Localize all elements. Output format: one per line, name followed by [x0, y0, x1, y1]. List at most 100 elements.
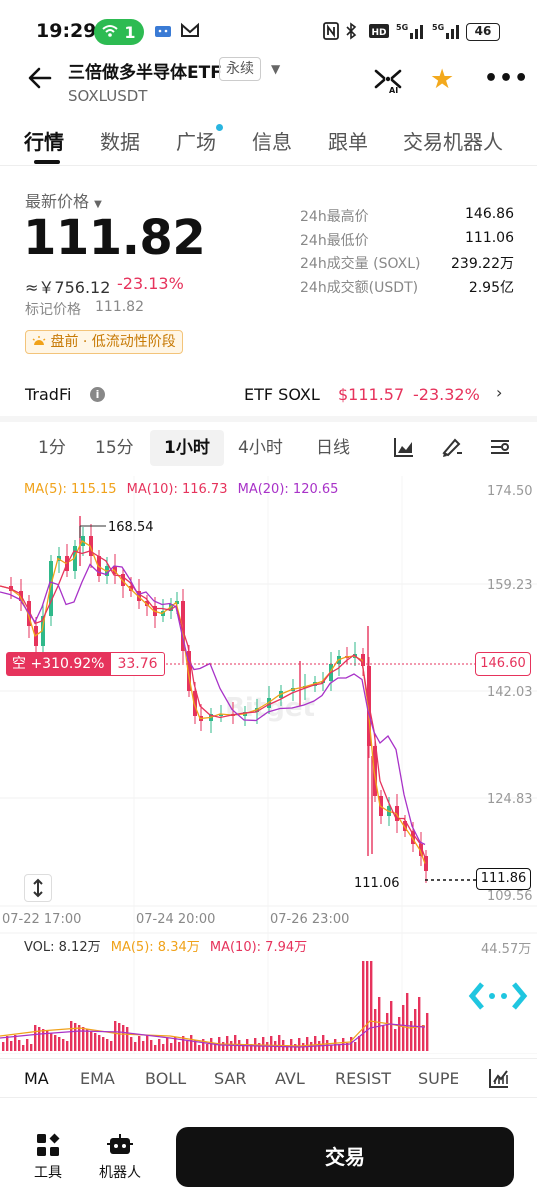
volume-bar — [110, 1041, 113, 1051]
robot-button[interactable]: 机器人 — [90, 1132, 150, 1182]
expand-vertical-icon — [33, 878, 43, 898]
trade-button[interactable]: 交易 — [176, 1127, 514, 1187]
tab-info[interactable]: 信息 — [252, 126, 292, 155]
active-tab-indicator — [34, 160, 60, 164]
tab-data[interactable]: 数据 — [100, 126, 140, 155]
tab-square[interactable]: 广场 — [176, 126, 216, 155]
volume-bar — [414, 1009, 417, 1051]
volume-bar — [278, 1035, 281, 1051]
ma-legend: MA(5): 115.15 MA(10): 116.73 MA(20): 120… — [24, 482, 344, 497]
bitget-bot-icon[interactable] — [468, 980, 528, 1012]
time-axis-label: 07-24 20:00 — [136, 912, 216, 927]
volume-bar — [118, 1023, 121, 1051]
chart-settings-icon[interactable] — [489, 436, 511, 458]
volume-bar — [134, 1042, 137, 1051]
volume-bar — [394, 1029, 397, 1051]
volume-bar — [362, 961, 365, 1051]
y-axis-tick: 159.23 — [487, 578, 533, 593]
back-arrow-icon[interactable] — [26, 64, 54, 92]
volume-bar — [418, 997, 421, 1051]
info-icon[interactable]: i — [90, 387, 105, 402]
interval-1d[interactable]: 日线 — [302, 430, 364, 466]
volume-bar — [42, 1029, 45, 1051]
high-price-marker: 168.54 — [108, 520, 154, 535]
volume-bar — [186, 1041, 189, 1051]
robot-icon — [107, 1132, 133, 1158]
price-type-selector[interactable]: 最新价格 ▼ — [25, 188, 102, 212]
volume-bar — [18, 1040, 21, 1051]
tools-button[interactable]: 工具 — [18, 1132, 78, 1182]
chevron-right-icon[interactable]: › — [496, 383, 502, 402]
tools-icon — [35, 1132, 61, 1158]
volume-bar — [2, 1042, 5, 1051]
volume-bar — [222, 1042, 225, 1051]
svg-text:5G: 5G — [396, 23, 408, 32]
volume-bar — [258, 1043, 261, 1051]
indicator-ema[interactable]: EMA — [80, 1069, 115, 1088]
indicator-super[interactable]: SUPE — [418, 1069, 458, 1088]
chart-type-icon[interactable] — [393, 436, 415, 458]
volume-bar — [90, 1031, 93, 1051]
symbol-title[interactable]: 三倍做多半导体ETF — [68, 58, 222, 83]
stat-row: 24h最低价 111.06 — [300, 230, 514, 254]
time-axis-label: 07-26 23:00 — [270, 912, 350, 927]
volume-bar — [210, 1038, 213, 1051]
drawing-tool-icon[interactable] — [441, 436, 463, 458]
symbol-dropdown-icon[interactable]: ▼ — [271, 62, 280, 76]
volume-bar — [198, 1045, 201, 1051]
volume-bar — [142, 1041, 145, 1051]
premarket-stage-badge: 盘前 · 低流动性阶段 — [25, 330, 183, 354]
volume-bar — [422, 1025, 425, 1051]
volume-bar — [54, 1035, 57, 1051]
indicator-ma[interactable]: MA — [24, 1069, 49, 1088]
stat-value: 2.95亿 — [468, 279, 514, 296]
indicator-resist[interactable]: RESIST — [335, 1069, 391, 1088]
more-options-icon[interactable]: ••• — [484, 66, 529, 91]
section-divider — [0, 416, 537, 422]
stat-value: 111.06 — [465, 229, 514, 246]
candlestick-chart[interactable]: Bitget — [0, 476, 537, 1054]
indicator-boll[interactable]: BOLL — [145, 1069, 186, 1088]
position-tag[interactable]: 空 +310.92% 33.76 — [6, 652, 165, 676]
perpetual-badge: 永续 — [219, 57, 261, 81]
volume-bar — [10, 1041, 13, 1051]
y-axis-tick: 109.56 — [487, 889, 533, 904]
volume-bar — [382, 1025, 385, 1051]
tab-trading-bot[interactable]: 交易机器人 — [403, 126, 503, 155]
ai-assistant-icon[interactable]: AI — [372, 68, 404, 95]
volume-bar — [170, 1043, 173, 1051]
tradfi-row[interactable]: TradFi i ETF SOXL $111.57 -23.32% › — [0, 380, 537, 414]
indicator-tabs: MA EMA BOLL SAR AVL RESIST SUPE — [0, 1058, 537, 1098]
volume-bar — [190, 1035, 193, 1051]
tab-copy-trade[interactable]: 跟单 — [328, 126, 368, 155]
indicator-sar[interactable]: SAR — [214, 1069, 247, 1088]
bluetooth-icon — [345, 22, 357, 44]
volume-bar — [102, 1037, 105, 1051]
volume-bar — [358, 1036, 361, 1051]
volume-bar — [166, 1038, 169, 1051]
interval-4h[interactable]: 4小时 — [224, 430, 297, 466]
position-pnl: +310.92% — [30, 656, 105, 672]
volume-bar — [126, 1027, 129, 1051]
stat-row: 24h最高价 146.86 — [300, 206, 514, 230]
volume-bar — [406, 993, 409, 1051]
volume-bar — [66, 1041, 69, 1051]
low-price-marker: 111.06 — [354, 876, 400, 891]
volume-legend: VOL: 8.12万 MA(5): 8.34万 MA(10): 7.94万 — [24, 936, 307, 955]
volume-bar — [14, 1035, 17, 1051]
position-line-price-tag: 146.60 — [475, 652, 531, 676]
expand-chart-button[interactable] — [24, 874, 52, 902]
ma5-line — [0, 540, 426, 864]
indicator-avl[interactable]: AVL — [275, 1069, 305, 1088]
interval-1m[interactable]: 1分 — [24, 430, 80, 466]
ma10-line — [0, 550, 426, 858]
favorite-star-icon[interactable]: ★ — [430, 66, 454, 93]
stat-key: 24h成交量 (SOXL) — [300, 256, 421, 272]
volume-ma10: MA(10): 7.94万 — [209, 940, 308, 955]
volume-bar — [426, 1013, 429, 1051]
interval-1h[interactable]: 1小时 — [150, 430, 224, 466]
volume-bar — [226, 1036, 229, 1051]
interval-15m[interactable]: 15分 — [81, 430, 148, 466]
tab-market[interactable]: 行情 — [24, 126, 64, 155]
indicator-settings-icon[interactable] — [488, 1067, 510, 1089]
